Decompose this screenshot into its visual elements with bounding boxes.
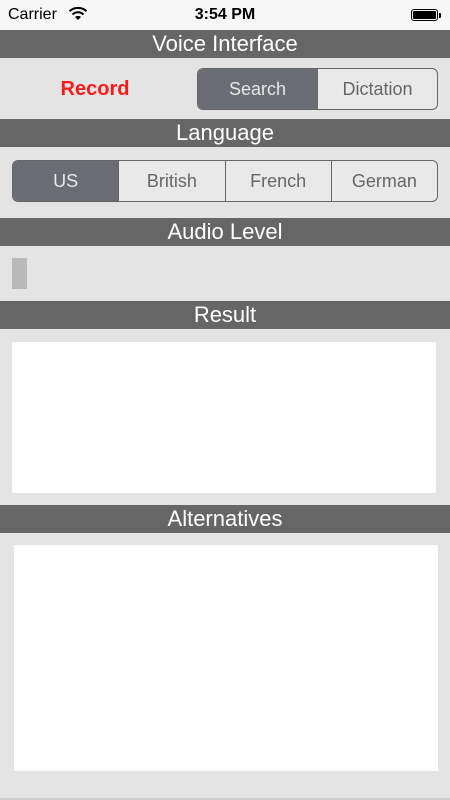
audio-level-header: Audio Level xyxy=(0,218,450,246)
segment-search[interactable]: Search xyxy=(198,69,317,109)
mode-segmented-control[interactable]: Search Dictation xyxy=(197,68,438,110)
segment-us[interactable]: US xyxy=(13,161,119,201)
segment-french[interactable]: French xyxy=(224,161,331,201)
record-button[interactable]: Record xyxy=(40,76,150,102)
clock-time: 3:54 PM xyxy=(194,6,256,23)
result-textview[interactable] xyxy=(12,342,436,493)
status-bar: Carrier 3:54 PM xyxy=(0,0,450,30)
segment-british[interactable]: British xyxy=(118,161,224,201)
result-header: Result xyxy=(0,301,450,329)
voice-interface-header: Voice Interface xyxy=(0,30,450,58)
battery-icon xyxy=(411,9,441,21)
language-segmented-control[interactable]: US British French German xyxy=(12,160,438,202)
audio-level-meter xyxy=(12,258,27,289)
battery-fill xyxy=(413,11,436,19)
segment-german[interactable]: German xyxy=(330,161,437,201)
alternatives-header: Alternatives xyxy=(0,505,450,533)
language-header: Language xyxy=(0,119,450,147)
alternatives-textview[interactable] xyxy=(14,545,438,771)
battery-cap xyxy=(439,13,441,18)
segment-dictation[interactable]: Dictation xyxy=(317,69,437,109)
